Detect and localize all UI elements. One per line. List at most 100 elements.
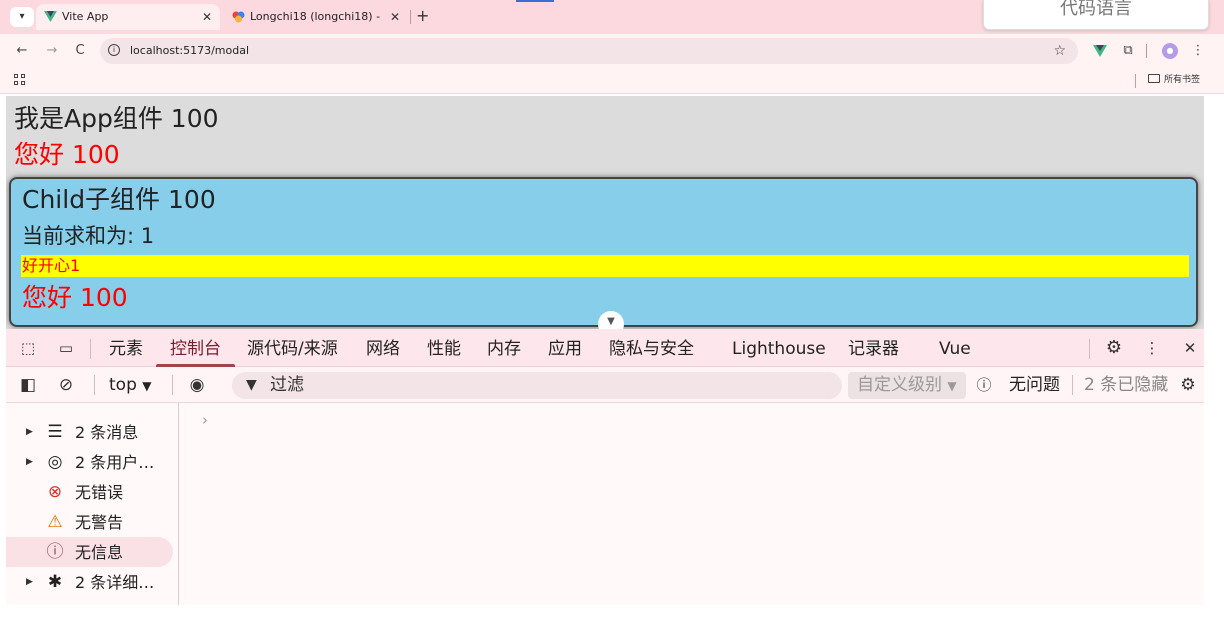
- context-selector[interactable]: top ▼: [109, 374, 152, 397]
- sidebar-item-label: 无错误: [75, 483, 124, 502]
- hidden-messages-count: 2 条已隐藏: [1084, 375, 1169, 395]
- console-filter-input[interactable]: ▼ 过滤: [232, 372, 842, 399]
- navigation-bar: ← → C i localhost:5173/modal ☆ ⧉ ● ⋮: [0, 34, 1224, 68]
- close-tab-icon[interactable]: ✕: [390, 4, 400, 30]
- child-hello-text: 您好 100: [22, 283, 128, 312]
- page-viewport: 我是App组件 100 您好 100 Child子组件 100 当前求和为: 1…: [6, 96, 1204, 329]
- back-icon[interactable]: ←: [12, 41, 32, 61]
- dropdown-arrow-icon: ▼: [947, 379, 957, 393]
- tab-lighthouse[interactable]: Lighthouse: [732, 329, 826, 367]
- url-text: localhost:5173/modal: [130, 44, 250, 57]
- close-tab-icon[interactable]: ✕: [202, 4, 212, 30]
- bookmarks-separator: [1135, 74, 1136, 88]
- new-tab-button[interactable]: +: [416, 6, 429, 25]
- vue-devtools-extension-icon[interactable]: [1092, 43, 1108, 59]
- bookmark-star-icon[interactable]: ☆: [1053, 38, 1066, 64]
- issues-info-icon[interactable]: ⓘ: [974, 375, 994, 395]
- issues-count[interactable]: 无问题: [1009, 367, 1060, 403]
- sidebar-item-label: 2 条消息: [75, 423, 139, 442]
- expand-triangle-icon[interactable]: ▶: [26, 417, 33, 447]
- drag-indicator: [516, 0, 554, 2]
- address-bar[interactable]: i localhost:5173/modal ☆: [100, 38, 1078, 64]
- console-panel: ▶ ☰ 2 条消息 ▶ ◎ 2 条用户… ⊗ 无错误 ⚠ 无警告 ⓘ 无信息 ▶…: [6, 403, 1204, 605]
- tab-elements[interactable]: 元素: [109, 329, 143, 367]
- inspect-element-icon[interactable]: ⬚: [18, 339, 38, 357]
- overlay-window: 代码语言: [983, 0, 1209, 30]
- tab-application[interactable]: 应用: [548, 329, 582, 367]
- context-value: top: [109, 375, 137, 395]
- info-icon: ⓘ: [46, 542, 64, 562]
- tab-search-button[interactable]: ▾: [10, 7, 34, 27]
- child-component-title: Child子组件 100: [22, 185, 216, 214]
- tab-sources[interactable]: 源代码/来源: [247, 329, 338, 367]
- sidebar-item-verbose[interactable]: ▶ ✱ 2 条详细…: [6, 567, 173, 597]
- console-sidebar: ▶ ☰ 2 条消息 ▶ ◎ 2 条用户… ⊗ 无错误 ⚠ 无警告 ⓘ 无信息 ▶…: [6, 403, 179, 605]
- browser-window: ▾ Vite App ✕ Longchi18 (longchi18) - 路​……: [0, 0, 1224, 633]
- devtools-tab-bar: ⬚ ▭ 元素 控制台 源代码/来源 网络 性能 内存 应用 隐私与安全 Ligh…: [6, 329, 1204, 367]
- apps-grid-icon[interactable]: [14, 74, 26, 86]
- tab-network[interactable]: 网络: [366, 329, 400, 367]
- extensions-icon[interactable]: ⧉: [1120, 43, 1136, 59]
- grandchild-highlight-bar: 好开心1: [21, 255, 1189, 277]
- forward-icon[interactable]: →: [42, 41, 62, 61]
- folder-icon: [1148, 74, 1160, 83]
- warning-icon: ⚠: [47, 512, 63, 532]
- devtools-separator: [1089, 339, 1090, 359]
- all-bookmarks-folder[interactable]: 所有书签: [1148, 73, 1200, 87]
- sidebar-item-info[interactable]: ⓘ 无信息: [6, 537, 173, 567]
- tab-strip: ▾ Vite App ✕ Longchi18 (longchi18) - 路​……: [0, 0, 1224, 34]
- toolbar-separator: [1072, 375, 1073, 395]
- console-prompt[interactable]: ›: [202, 411, 208, 429]
- toolbar-separator: [94, 375, 95, 395]
- tab-longchi18[interactable]: Longchi18 (longchi18) - 路​… ✕: [224, 4, 408, 30]
- more-options-icon[interactable]: ⋮: [1142, 339, 1162, 357]
- tab-console[interactable]: 控制台: [156, 329, 235, 367]
- menu-kebab-icon[interactable]: ⋮: [1190, 43, 1206, 59]
- tab-vite-app[interactable]: Vite App ✕: [36, 4, 220, 30]
- sidebar-item-label: 无信息: [75, 543, 124, 562]
- all-bookmarks-label: 所有书签: [1164, 75, 1201, 85]
- user-icon: ◎: [47, 452, 63, 472]
- sidebar-item-user-messages[interactable]: ▶ ◎ 2 条用户…: [6, 447, 173, 477]
- app-hello-text: 您好 100: [14, 140, 120, 169]
- child-sum-text: 当前求和为: 1: [22, 224, 155, 248]
- live-expression-eye-icon[interactable]: ◉: [184, 375, 210, 395]
- list-icon: ☰: [47, 422, 63, 442]
- bookmarks-bar: 所有书签: [0, 68, 1224, 94]
- filter-placeholder: 过滤: [270, 375, 304, 395]
- clear-console-icon[interactable]: ⊘: [56, 375, 76, 395]
- sidebar-item-label: 2 条详细…: [75, 573, 155, 592]
- toolbar-separator: [172, 375, 173, 395]
- sidebar-item-warnings[interactable]: ⚠ 无警告: [6, 507, 173, 537]
- dropdown-arrow-icon: ▼: [142, 379, 152, 393]
- sidebar-toggle-icon[interactable]: ◧: [18, 375, 38, 395]
- sidebar-item-messages[interactable]: ▶ ☰ 2 条消息: [6, 417, 173, 447]
- close-devtools-icon[interactable]: ✕: [1180, 339, 1200, 357]
- tab-memory[interactable]: 内存: [487, 329, 521, 367]
- profile-avatar[interactable]: ●: [1162, 43, 1178, 59]
- tab-privacy-security[interactable]: 隐私与安全: [609, 329, 694, 367]
- expand-triangle-icon[interactable]: ▶: [26, 447, 33, 477]
- settings-gear-icon[interactable]: ⚙: [1104, 339, 1124, 357]
- vue-logo-icon: [44, 11, 57, 22]
- bug-icon: ✱: [47, 572, 63, 592]
- sidebar-item-errors[interactable]: ⊗ 无错误: [6, 477, 173, 507]
- app-component-title: 我是App组件 100: [14, 104, 219, 133]
- tab-separator: [410, 10, 411, 24]
- tab-vue[interactable]: Vue: [939, 329, 971, 367]
- site-info-icon[interactable]: i: [108, 44, 120, 56]
- tab-performance[interactable]: 性能: [427, 329, 461, 367]
- device-toolbar-icon[interactable]: ▭: [56, 339, 76, 357]
- sidebar-item-label: 无警告: [75, 513, 124, 532]
- grandchild-happy-text: 好开心1: [22, 256, 81, 275]
- error-icon: ⊗: [47, 482, 63, 502]
- gitee-logo-icon: [232, 11, 245, 23]
- reload-icon[interactable]: C: [70, 41, 90, 61]
- log-levels-dropdown[interactable]: 自定义级别 ▼: [848, 372, 966, 399]
- tab-title: Vite App: [62, 10, 109, 23]
- console-settings-gear-icon[interactable]: ⚙: [1178, 375, 1198, 395]
- sidebar-item-label: 2 条用户…: [75, 453, 155, 472]
- log-levels-value: 自定义级别: [857, 375, 942, 395]
- expand-triangle-icon[interactable]: ▶: [26, 567, 33, 597]
- tab-recorder[interactable]: 记录器: [848, 329, 899, 367]
